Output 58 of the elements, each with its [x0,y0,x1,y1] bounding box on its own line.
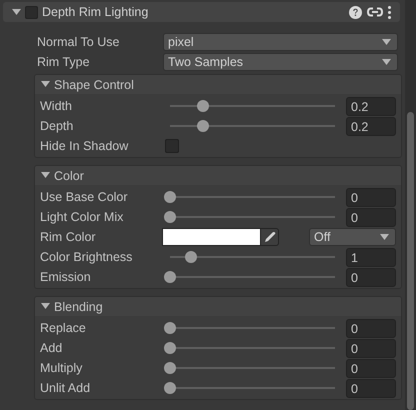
property-label: Light Color Mix [40,210,124,224]
help-icon[interactable] [349,6,362,18]
number-field[interactable]: 0 [346,338,396,358]
number-field[interactable]: 0 [346,378,396,398]
number-field[interactable]: 0 [346,208,396,226]
slider-thumb[interactable] [164,191,176,203]
property-label: Color Brightness [40,250,134,264]
dropdown[interactable]: Two Samples [163,53,398,71]
number-field[interactable]: 1 [346,248,396,266]
enable-checkbox[interactable] [25,6,38,18]
number-field[interactable]: 0 [346,318,396,338]
more-options-icon[interactable] [388,6,391,18]
slider-thumb[interactable] [197,120,209,132]
property-label: Hide In Shadow [40,139,130,153]
slider-thumb[interactable] [164,322,176,334]
scrollbar[interactable] [405,0,416,410]
component-header[interactable]: Depth Rim Lighting [3,2,400,22]
property-label: Depth [40,119,74,133]
number-field[interactable]: 0 [346,188,396,206]
dropdown[interactable]: pixel [163,33,398,51]
group-title: Color [54,168,84,182]
group-header[interactable]: Color [35,166,401,185]
property-label: Use Base Color [40,190,129,204]
slider-thumb[interactable] [164,342,176,354]
link-icon[interactable] [367,7,383,17]
property-label: Rim Type [37,55,91,69]
property-label: Add [40,341,64,355]
property-label: Unlit Add [40,381,92,395]
slider-thumb[interactable] [164,271,176,283]
caret-icon [382,58,391,66]
dropdown[interactable]: Off [309,228,396,246]
slider-thumb[interactable] [197,100,209,112]
eyedropper-icon [264,231,276,243]
property-label: Rim Color [40,230,97,244]
number-field[interactable]: 0 [346,268,396,286]
group-title: Blending [54,300,103,314]
component-title: Depth Rim Lighting [42,5,148,19]
slider-thumb[interactable] [164,211,176,223]
scrollbar-thumb[interactable] [407,112,414,410]
number-field[interactable]: 0 [346,358,396,378]
color-field[interactable] [162,228,261,246]
property-label: Width [40,99,73,113]
group-header[interactable]: Blending [35,297,401,316]
checkbox[interactable] [165,139,179,153]
number-field[interactable]: 0.2 [346,116,396,136]
number-field[interactable]: 0.2 [346,96,396,116]
group-header[interactable]: Shape Control [35,75,401,94]
caret-icon [380,234,389,240]
group-title: Shape Control [54,78,134,92]
slider-thumb[interactable] [184,251,197,263]
property-label: Emission [40,270,92,284]
property-label: Normal To Use [37,35,120,49]
eyedropper-button[interactable] [261,228,279,246]
caret-icon [382,38,391,46]
slider-thumb[interactable] [164,362,176,374]
property-label: Multiply [40,361,84,375]
slider-thumb[interactable] [164,382,176,394]
property-label: Replace [40,321,87,335]
